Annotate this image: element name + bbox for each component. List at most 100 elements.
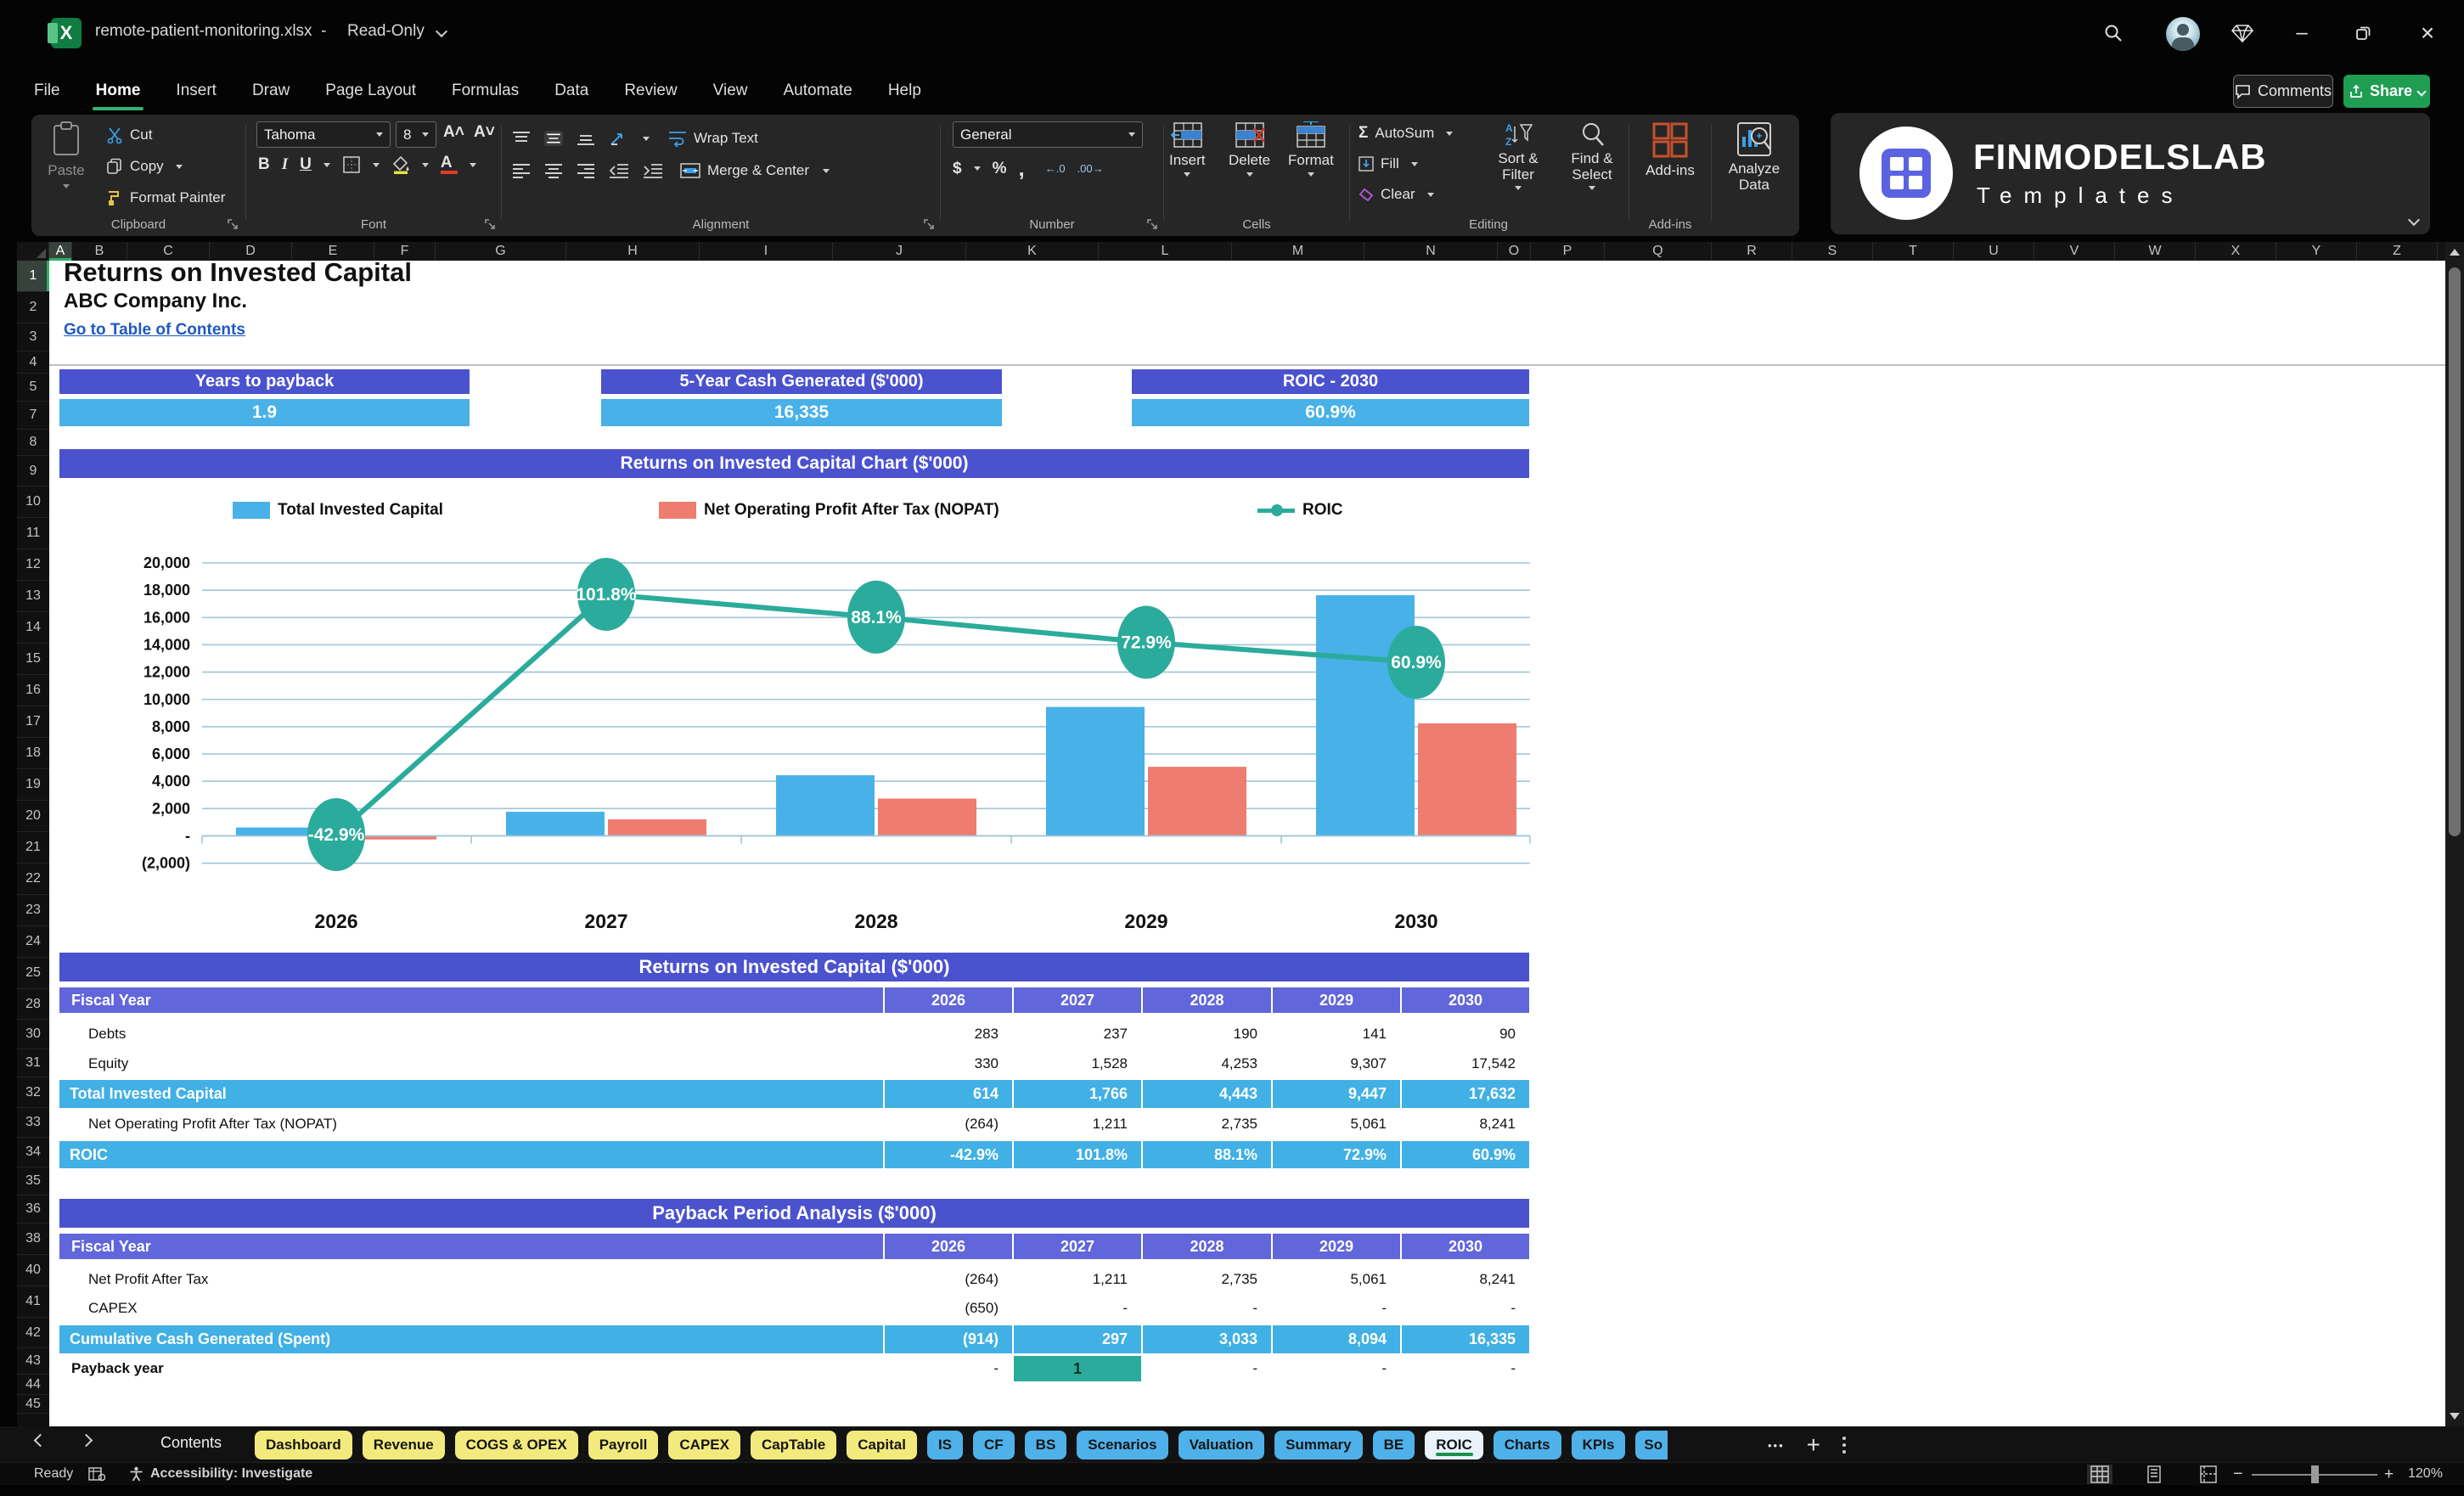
- borders-dropdown[interactable]: [372, 162, 380, 167]
- column-header-Q[interactable]: Q: [1605, 242, 1712, 261]
- decrease-font-size-button[interactable]: A˅: [474, 123, 495, 142]
- sheet-options-kebab-icon[interactable]: [1842, 1437, 1847, 1454]
- restore-button[interactable]: [2343, 14, 2382, 53]
- cut-button[interactable]: Cut: [106, 121, 225, 149]
- column-header-X[interactable]: X: [2196, 242, 2276, 261]
- align-center-icon[interactable]: [544, 163, 563, 178]
- column-header-R[interactable]: R: [1712, 242, 1792, 261]
- row-header-10[interactable]: 10: [17, 486, 49, 518]
- row-header-2[interactable]: 2: [17, 292, 49, 323]
- align-bottom-icon[interactable]: [577, 131, 595, 146]
- number-format-select[interactable]: General: [953, 121, 1143, 148]
- zoom-out-button[interactable]: −: [2233, 1465, 2243, 1484]
- insert-cells-button[interactable]: Insert: [1169, 121, 1206, 177]
- zoom-slider-thumb[interactable]: [2311, 1465, 2319, 1483]
- row-header-43[interactable]: 43: [17, 1348, 49, 1375]
- worksheet[interactable]: Returns on Invested Capital ABC Company …: [49, 261, 2445, 1426]
- font-name-select[interactable]: Tahoma: [256, 121, 391, 148]
- sheet-tab-payroll[interactable]: Payroll: [588, 1431, 659, 1459]
- sheet-tab-valuation[interactable]: Valuation: [1178, 1431, 1265, 1459]
- row-header-8[interactable]: 8: [17, 430, 49, 456]
- menu-tab-data[interactable]: Data: [553, 75, 590, 107]
- sheet-tab-charts[interactable]: Charts: [1493, 1431, 1561, 1459]
- row-header-33[interactable]: 33: [17, 1108, 49, 1138]
- row-header-21[interactable]: 21: [17, 832, 49, 863]
- italic-button[interactable]: I: [282, 155, 288, 174]
- orientation-dropdown[interactable]: [643, 136, 650, 141]
- column-header-F[interactable]: F: [374, 242, 436, 261]
- row-header-24[interactable]: 24: [17, 926, 49, 958]
- underline-dropdown[interactable]: [323, 162, 330, 167]
- accounting-format-button[interactable]: $: [953, 160, 962, 178]
- column-header-Z[interactable]: Z: [2357, 242, 2438, 261]
- prev-sheet-button[interactable]: [33, 1433, 48, 1448]
- increase-decimal-button[interactable]: ←.0: [1045, 162, 1066, 175]
- vertical-scroll-thumb[interactable]: [2449, 267, 2461, 836]
- row-header-25[interactable]: 25: [17, 958, 49, 989]
- minimize-button[interactable]: –: [2282, 14, 2321, 53]
- font-color-dropdown[interactable]: [469, 162, 476, 167]
- row-header-13[interactable]: 13: [17, 581, 49, 612]
- decrease-indent-icon[interactable]: [609, 163, 629, 178]
- column-header-J[interactable]: J: [833, 242, 966, 261]
- sheet-tab-kpis[interactable]: KPIs: [1571, 1431, 1626, 1459]
- align-top-icon[interactable]: [512, 131, 531, 146]
- select-all-corner[interactable]: [17, 242, 49, 261]
- sheet-tab-capital[interactable]: Capital: [847, 1431, 917, 1459]
- page-break-view-button[interactable]: [2196, 1465, 2221, 1484]
- scroll-down-icon[interactable]: [2450, 1413, 2460, 1420]
- zoom-level[interactable]: 120%: [2408, 1466, 2443, 1482]
- sheet-tab-dashboard[interactable]: Dashboard: [255, 1431, 352, 1459]
- column-header-O[interactable]: O: [1498, 242, 1531, 261]
- analyze-data-button[interactable]: Analyze Data: [1720, 121, 1788, 193]
- row-header-41[interactable]: 41: [17, 1286, 49, 1318]
- column-header-G[interactable]: G: [436, 242, 566, 261]
- normal-view-button[interactable]: [2087, 1465, 2112, 1484]
- merge-center-button[interactable]: Merge & Center: [680, 157, 830, 184]
- clipboard-dialog-launcher[interactable]: [227, 218, 239, 230]
- accessibility-status[interactable]: Accessibility: Investigate: [129, 1466, 312, 1482]
- more-sheets-icon[interactable]: •••: [1768, 1439, 1785, 1452]
- column-header-B[interactable]: B: [72, 242, 127, 261]
- column-header-T[interactable]: T: [1873, 242, 1954, 261]
- menu-tab-file[interactable]: File: [32, 75, 62, 107]
- font-size-select[interactable]: 8: [396, 121, 436, 148]
- column-header-Y[interactable]: Y: [2276, 242, 2357, 261]
- avatar[interactable]: [2166, 17, 2200, 51]
- borders-button[interactable]: [342, 155, 361, 174]
- find-select-button[interactable]: Find & Select: [1559, 121, 1625, 190]
- row-header-22[interactable]: 22: [17, 863, 49, 895]
- row-header-11[interactable]: 11: [17, 518, 49, 549]
- column-header-U[interactable]: U: [1954, 242, 2034, 261]
- search-icon[interactable]: [2094, 14, 2133, 53]
- column-header-C[interactable]: C: [127, 242, 210, 261]
- sheet-tab-be[interactable]: BE: [1372, 1431, 1415, 1459]
- row-header-20[interactable]: 20: [17, 801, 49, 832]
- menu-tab-page-layout[interactable]: Page Layout: [323, 75, 418, 107]
- number-dialog-launcher[interactable]: [1146, 218, 1158, 230]
- sheet-tab-bs[interactable]: BS: [1024, 1431, 1067, 1459]
- column-header-L[interactable]: L: [1099, 242, 1232, 261]
- increase-font-size-button[interactable]: A˄: [443, 123, 464, 142]
- delete-cells-button[interactable]: Delete: [1229, 121, 1270, 177]
- align-middle-icon[interactable]: [544, 131, 563, 146]
- sort-filter-button[interactable]: AZ Sort & Filter: [1484, 121, 1552, 190]
- row-header-16[interactable]: 16: [17, 675, 49, 706]
- alignment-dialog-launcher[interactable]: [923, 218, 935, 230]
- sheet-tab-contents[interactable]: Contents: [160, 1434, 222, 1452]
- font-color-button[interactable]: A: [440, 155, 458, 174]
- autosum-button[interactable]: Σ AutoSum: [1359, 120, 1454, 147]
- sheet-tab-cogs-opex[interactable]: COGS & OPEX: [454, 1431, 578, 1459]
- row-header-36[interactable]: 36: [17, 1195, 49, 1223]
- column-header-E[interactable]: E: [292, 242, 374, 261]
- orientation-icon[interactable]: [609, 130, 629, 147]
- sheet-tab-scenarios[interactable]: Scenarios: [1077, 1431, 1168, 1459]
- column-header-N[interactable]: N: [1364, 242, 1498, 261]
- row-header-35[interactable]: 35: [17, 1167, 49, 1195]
- paste-button[interactable]: Paste: [38, 121, 94, 217]
- chevron-down-icon[interactable]: [436, 25, 448, 38]
- table-of-contents-link[interactable]: Go to Table of Contents: [64, 321, 245, 340]
- row-header-30[interactable]: 30: [17, 1020, 49, 1049]
- menu-tab-help[interactable]: Help: [886, 75, 923, 107]
- row-header-3[interactable]: 3: [17, 323, 49, 352]
